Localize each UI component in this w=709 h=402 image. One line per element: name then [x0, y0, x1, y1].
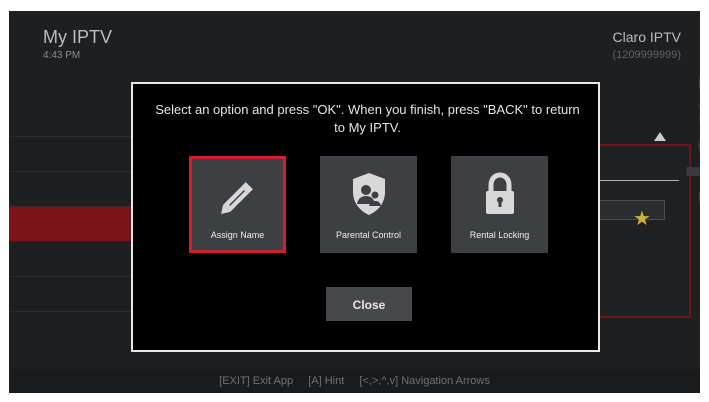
account-number: (1209999999) — [612, 49, 681, 61]
footer-hints: [EXIT] Exit App [A] Hint [<,>,^,v] Navig… — [9, 369, 700, 393]
footer-nav-hint: [<,>,^,v] Navigation Arrows — [359, 375, 490, 387]
parental-control-button[interactable]: Parental Control — [320, 156, 417, 253]
assign-name-button[interactable]: Assign Name — [189, 156, 286, 253]
app-title: My IPTV — [43, 27, 113, 47]
clock-time: 4:43 PM — [43, 50, 81, 61]
dialog-message: Select an option and press "OK". When yo… — [155, 102, 580, 135]
options-dialog: Select an option and press "OK". When yo… — [131, 82, 600, 352]
favorite-star-icon: ★ — [633, 208, 651, 230]
option-label: Parental Control — [335, 230, 402, 240]
progress-box — [599, 200, 665, 220]
lock-icon — [451, 170, 548, 218]
footer-exit-hint: [EXIT] Exit App — [219, 375, 294, 387]
pencil-icon — [192, 173, 283, 221]
tv-screen: My IPTV 4:43 PM Claro IPTV (1209999999) … — [9, 11, 700, 393]
scroll-up-arrow-icon[interactable] — [654, 132, 666, 141]
rental-locking-button[interactable]: Rental Locking — [451, 156, 548, 253]
option-label: Assign Name — [210, 230, 265, 240]
divider — [599, 180, 679, 181]
footer-hint-hint: [A] Hint — [308, 375, 345, 387]
parental-control-icon — [320, 170, 417, 218]
brand-watermark: claro — [675, 63, 700, 216]
close-button[interactable]: Close — [326, 287, 412, 321]
provider-name: Claro IPTV — [612, 29, 681, 45]
option-label: Rental Locking — [469, 230, 530, 240]
